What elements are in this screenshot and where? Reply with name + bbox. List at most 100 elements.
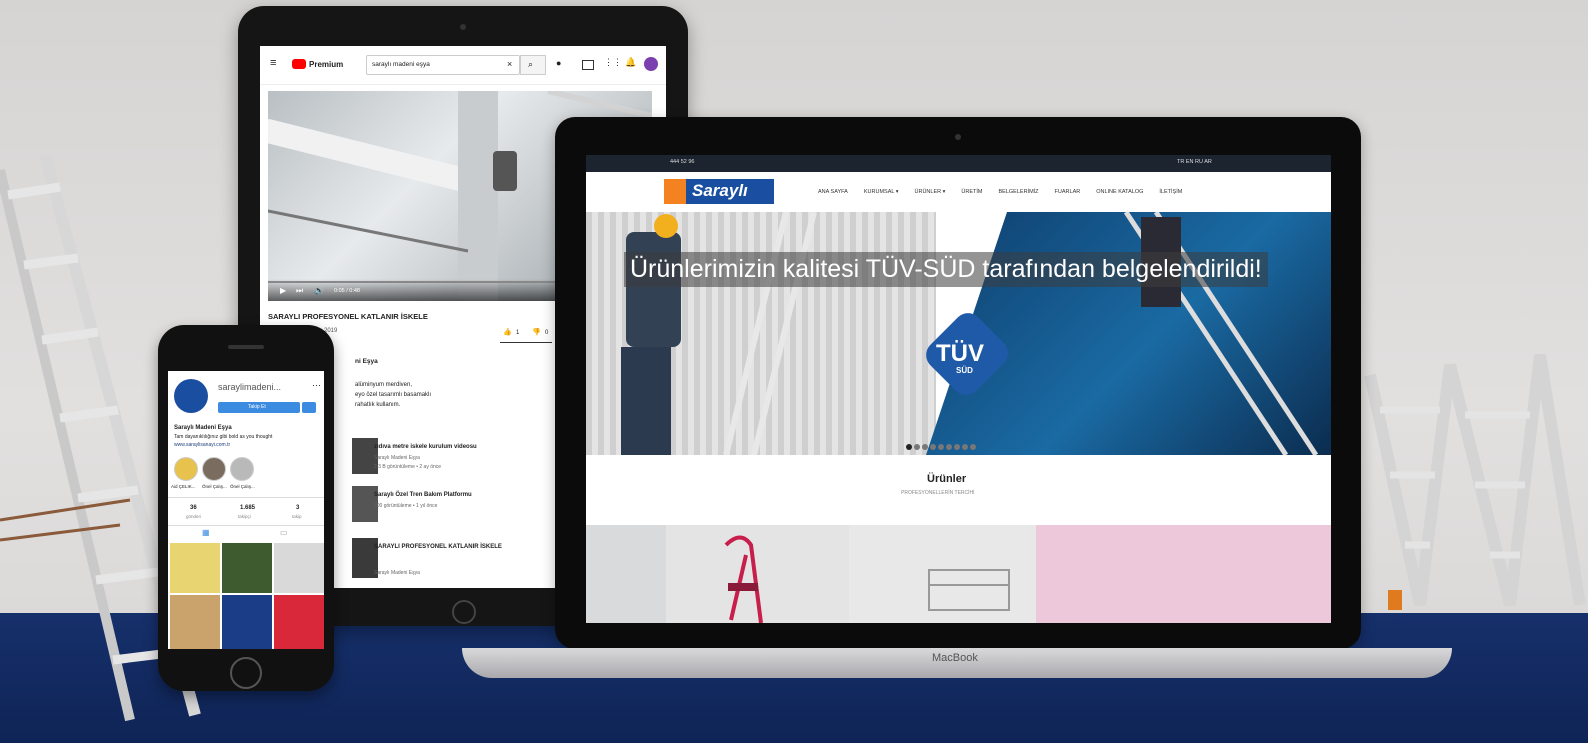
post-thumbnail[interactable]	[170, 543, 220, 593]
slider-dot[interactable]	[954, 444, 960, 450]
nav-item-contact[interactable]: İLETİŞİM	[1159, 189, 1182, 195]
products-section-title: Ürünler	[927, 473, 967, 485]
product-card[interactable]	[1036, 525, 1331, 623]
logo-lightning-icon	[664, 179, 686, 204]
notifications-bell-icon[interactable]: 🔔	[625, 57, 636, 68]
slider-dots	[906, 437, 978, 455]
grid-view-icon[interactable]: ▦	[202, 528, 210, 537]
laptop-device: 444 52 96 TR EN RU AR Saraylı ANA SAYFA …	[555, 117, 1361, 649]
nav-item-fairs[interactable]: FUARLAR	[1055, 189, 1081, 195]
apps-grid-icon[interactable]: ⋮⋮	[604, 57, 622, 68]
phone-speaker	[228, 345, 264, 349]
nav-item-online-catalog[interactable]: ONLINE KATALOG	[1096, 189, 1143, 195]
macbook-label: MacBook	[932, 652, 978, 664]
tablet-camera	[460, 24, 466, 30]
volume-icon[interactable]: 🔊	[314, 286, 324, 295]
tablet-home-button	[452, 600, 476, 624]
story-highlight[interactable]	[174, 457, 198, 481]
product-card[interactable]	[586, 525, 666, 623]
hero-slide-title: Ürünlerimizin kalitesi TÜV-SÜD tarafında…	[624, 252, 1268, 287]
nav-item-certificates[interactable]: BELGELERİMİZ	[999, 189, 1039, 195]
laptop-screen-website: 444 52 96 TR EN RU AR Saraylı ANA SAYFA …	[586, 155, 1331, 623]
story-highlight[interactable]	[230, 457, 254, 481]
bio-link[interactable]: www.saraylisanayi.com.tr	[174, 442, 230, 448]
bio-text: Tam dayanıklılığınız gibi bold as you th…	[174, 434, 273, 440]
slider-dot[interactable]	[922, 444, 928, 450]
follow-button-label: Takip Et	[248, 404, 266, 410]
main-nav: ANA SAYFA KURUMSAL ▾ ÜRÜNLER ▾ ÜRETİM BE…	[818, 189, 1198, 195]
post-thumbnail[interactable]	[274, 543, 324, 593]
website-topbar: 444 52 96 TR EN RU AR	[586, 155, 1331, 172]
slider-dot[interactable]	[930, 444, 936, 450]
following-count[interactable]: 3	[296, 505, 299, 511]
nav-item-products[interactable]: ÜRÜNLER ▾	[915, 189, 946, 195]
laptop-base: MacBook	[462, 648, 1452, 678]
followers-label: takipçi	[238, 514, 251, 519]
search-input[interactable]: saraylı madeni eşya ×	[366, 55, 520, 75]
video-time: 0:05 / 0:48	[334, 288, 360, 294]
product-card[interactable]	[849, 525, 1036, 623]
slider-dot[interactable]	[938, 444, 944, 450]
more-options-icon[interactable]: ⋯	[312, 380, 321, 391]
follow-button[interactable]: Takip Et	[218, 402, 300, 413]
posts-count: 36	[190, 505, 197, 511]
related-title[interactable]: SARAYLI PROFESYONEL KATLANIR İSKELE	[374, 544, 502, 550]
products-section-subtitle: PROFESYONELLERİN TERCİHİ	[901, 490, 975, 496]
divider	[168, 497, 324, 498]
account-avatar[interactable]	[644, 57, 658, 71]
post-thumbnail[interactable]	[274, 595, 324, 649]
post-thumbnail[interactable]	[222, 543, 272, 593]
profile-avatar[interactable]	[174, 379, 208, 413]
description-line-2: eyo özel tasarımlı basamaklı	[355, 392, 432, 398]
topbar-language-switcher[interactable]: TR EN RU AR	[1177, 159, 1212, 165]
clear-search-icon[interactable]: ×	[507, 59, 512, 69]
site-logo[interactable]: Saraylı	[664, 179, 774, 204]
tuv-badge-label: TÜV	[936, 340, 984, 367]
description-line-1: alüminyum merdiven,	[355, 382, 413, 388]
dislike-icon[interactable]: 👎	[532, 328, 541, 336]
next-icon[interactable]: ⏭	[296, 286, 303, 296]
dislike-count: 0	[545, 330, 549, 336]
search-icon: ⌕	[528, 59, 534, 69]
topbar-phone[interactable]: 444 52 96	[670, 159, 694, 165]
product-card[interactable]	[666, 525, 849, 623]
create-video-icon[interactable]	[582, 60, 594, 70]
microphone-icon[interactable]: ●	[556, 58, 561, 68]
followers-count[interactable]: 1.685	[240, 505, 255, 511]
phone-screen-instagram: saraylimadeni... ⋯ Takip Et Saraylı Made…	[168, 371, 324, 649]
sud-badge-label: SÜD	[956, 366, 973, 375]
post-thumbnail[interactable]	[170, 595, 220, 649]
nav-item-corporate[interactable]: KURUMSAL ▾	[864, 189, 899, 195]
hero-slider[interactable]: Ürünlerimizin kalitesi TÜV-SÜD tarafında…	[586, 212, 1331, 455]
youtube-header: ≡ Premium saraylı madeni eşya × ⌕ ● ⋮⋮ 🔔	[260, 46, 666, 85]
slider-dot[interactable]	[914, 444, 920, 450]
posts-label: gönderi	[186, 514, 202, 519]
website-navbar: Saraylı ANA SAYFA KURUMSAL ▾ ÜRÜNLER ▾ Ü…	[586, 172, 1331, 212]
related-title[interactable]: zıdıva metre iskele kurulum videosu	[374, 444, 477, 450]
slider-dot[interactable]	[946, 444, 952, 450]
story-highlight[interactable]	[202, 457, 226, 481]
youtube-logo-icon[interactable]	[292, 59, 306, 69]
slider-dot[interactable]	[962, 444, 968, 450]
description-line-3: rahatlık kullanım.	[355, 402, 401, 408]
slider-dot[interactable]	[970, 444, 976, 450]
related-meta: Saraylı Madeni Eşya	[374, 570, 420, 576]
channel-name[interactable]: ni Eşya	[355, 358, 378, 365]
product-grid	[586, 525, 1331, 623]
related-title[interactable]: Saraylı Özel Tren Bakım Platformu	[374, 492, 472, 498]
like-icon[interactable]: 👍	[503, 328, 512, 336]
nav-item-production[interactable]: ÜRETİM	[961, 189, 982, 195]
post-thumbnail[interactable]	[222, 595, 272, 649]
highlight-label: Önel Çalış...	[202, 484, 227, 489]
highlight-label: Önel Çalış...	[230, 484, 255, 489]
tagged-view-icon[interactable]: ▭	[280, 528, 288, 537]
search-button[interactable]: ⌕	[520, 55, 546, 75]
scene-background: ≡ Premium saraylı madeni eşya × ⌕ ● ⋮⋮ 🔔	[0, 0, 1588, 743]
youtube-logo-label: Premium	[309, 60, 344, 69]
nav-item-home[interactable]: ANA SAYFA	[818, 189, 848, 195]
play-icon[interactable]: ▶	[280, 286, 286, 295]
related-meta: Saraylı Madeni Eşya	[374, 455, 420, 461]
slider-dot[interactable]	[906, 444, 912, 450]
dropdown-arrow-button[interactable]	[302, 402, 316, 413]
menu-icon[interactable]: ≡	[270, 57, 276, 69]
